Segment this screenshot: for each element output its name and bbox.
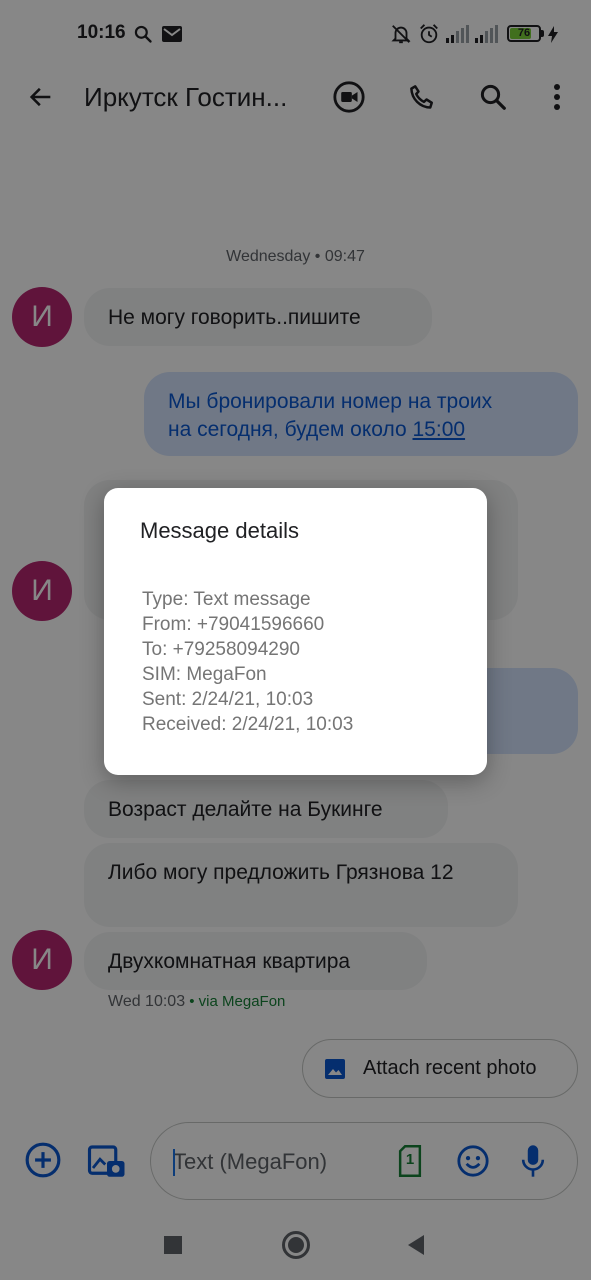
message-details-dialog: Message details Type: Text message From:… (104, 488, 487, 775)
detail-sent: Sent: 2/24/21, 10:03 (142, 689, 314, 710)
dialog-title: Message details (140, 518, 299, 543)
detail-sim: SIM: MegaFon (142, 664, 267, 685)
detail-type: Type: Text message (142, 589, 311, 610)
detail-received: Received: 2/24/21, 10:03 (142, 714, 354, 735)
dialog-details: Type: Text message From: +79041596660 To… (142, 587, 353, 737)
detail-to: To: +79258094290 (142, 639, 300, 660)
detail-from: From: +79041596660 (142, 614, 325, 635)
